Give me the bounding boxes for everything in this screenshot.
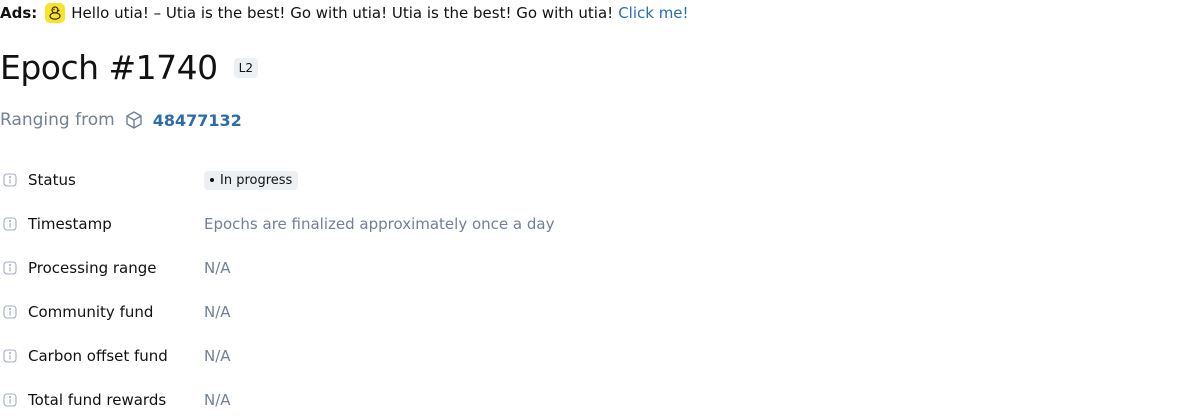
range-row: Ranging from 48477132	[0, 108, 242, 132]
detail-row-community-fund: Community fund N/A	[0, 290, 1200, 334]
total-fund-rewards-label: Total fund rewards	[28, 391, 167, 409]
ad-link[interactable]: Click me!	[618, 4, 688, 22]
info-icon[interactable]	[3, 349, 17, 363]
detail-row-timestamp: Timestamp Epochs are finalized approxima…	[0, 202, 1200, 246]
processing-range-value: N/A	[204, 259, 231, 277]
info-icon[interactable]	[3, 261, 17, 275]
ads-label: Ads:	[0, 4, 38, 22]
info-icon[interactable]	[3, 173, 17, 187]
epoch-details-page: Ads: Hello utia! – Utia is the best! Go …	[0, 0, 1200, 416]
info-icon[interactable]	[3, 393, 17, 407]
l2-badge: L2	[233, 58, 258, 78]
detail-row-carbon-offset-fund: Carbon offset fund N/A	[0, 334, 1200, 378]
utia-duck-icon[interactable]	[45, 3, 66, 23]
community-fund-label: Community fund	[28, 303, 154, 321]
cube-icon	[124, 110, 144, 130]
processing-range-label: Processing range	[28, 259, 157, 277]
detail-row-status: Status In progress	[0, 158, 1200, 202]
timestamp-label: Timestamp	[28, 215, 112, 233]
title-row: Epoch #1740 L2	[0, 46, 258, 90]
status-dot	[210, 178, 214, 182]
range-label: Ranging from	[0, 110, 115, 130]
ad-text: Hello utia! – Utia is the best! Go with …	[71, 4, 614, 22]
community-fund-value: N/A	[204, 303, 231, 321]
carbon-offset-fund-value: N/A	[204, 347, 231, 365]
ad-banner: Ads: Hello utia! – Utia is the best! Go …	[0, 2, 689, 24]
block-number-link[interactable]: 48477132	[153, 111, 242, 130]
status-badge: In progress	[204, 170, 299, 190]
page-title: Epoch #1740	[0, 48, 218, 87]
status-value: In progress	[220, 172, 293, 188]
status-label: Status	[28, 171, 76, 189]
detail-row-processing-range: Processing range N/A	[0, 246, 1200, 290]
carbon-offset-fund-label: Carbon offset fund	[28, 347, 168, 365]
total-fund-rewards-value: N/A	[204, 391, 231, 409]
timestamp-value: Epochs are finalized approximately once …	[204, 215, 555, 233]
info-icon[interactable]	[3, 305, 17, 319]
info-icon[interactable]	[3, 217, 17, 231]
details-list: Status In progress Timestamp Epochs are …	[0, 158, 1200, 416]
detail-row-total-fund-rewards: Total fund rewards N/A	[0, 378, 1200, 416]
